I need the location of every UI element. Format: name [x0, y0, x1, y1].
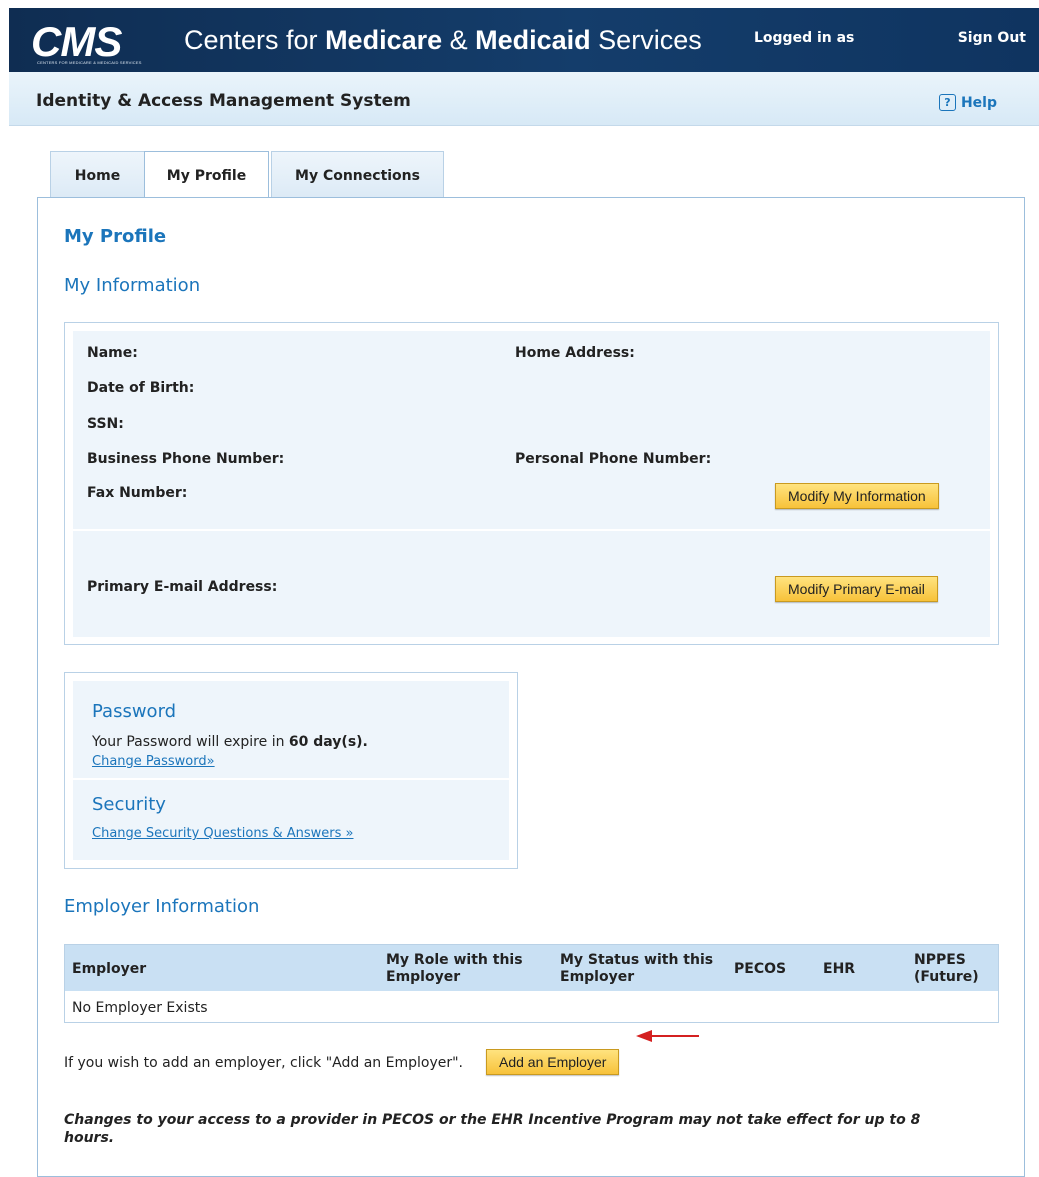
column-pecos: PECOS	[734, 961, 787, 977]
primary-email-label: Primary E-mail Address:	[87, 579, 278, 595]
employer-information-heading: Employer Information	[64, 896, 260, 917]
password-section: Password Your Password will expire in 60…	[73, 681, 509, 778]
password-expiry-text: Your Password will expire in 60 day(s).	[92, 734, 368, 750]
my-information-heading: My Information	[64, 275, 201, 296]
agency-name-part: &	[442, 25, 476, 55]
tab-my-connections[interactable]: My Connections	[271, 151, 444, 198]
pecos-ehr-note: Changes to your access to a provider in …	[64, 1112, 921, 1146]
tab-my-profile[interactable]: My Profile	[144, 151, 269, 199]
personal-info-section: Name: Date of Birth: SSN: Business Phone…	[73, 331, 990, 529]
password-expiry-prefix: Your Password will expire in	[92, 734, 289, 750]
modify-information-button[interactable]: Modify My Information	[775, 483, 939, 509]
column-my-status: My Status with this Employer	[560, 952, 714, 985]
add-employer-text: If you wish to add an employer, click "A…	[64, 1055, 463, 1071]
name-label: Name:	[87, 345, 138, 361]
change-security-questions-link[interactable]: Change Security Questions & Answers »	[92, 826, 353, 841]
security-heading: Security	[92, 794, 166, 815]
modify-email-button[interactable]: Modify Primary E-mail	[775, 576, 938, 602]
my-information-box: Name: Date of Birth: SSN: Business Phone…	[64, 322, 999, 645]
dob-label: Date of Birth:	[87, 380, 195, 396]
agency-name-part: Centers for	[184, 25, 326, 55]
password-heading: Password	[92, 701, 177, 722]
change-password-link[interactable]: Change Password»	[92, 754, 215, 769]
red-arrow-annotation	[636, 1030, 699, 1042]
help-link[interactable]: ? Help	[938, 94, 997, 111]
column-ehr: EHR	[823, 961, 856, 977]
help-icon: ?	[938, 94, 956, 111]
logged-in-label: Logged in as	[754, 30, 855, 46]
system-header: Identity & Access Management System ? He…	[9, 72, 1039, 126]
security-section: Security Change Security Questions & Ans…	[73, 780, 509, 860]
home-address-label: Home Address:	[515, 345, 635, 361]
business-phone-label: Business Phone Number:	[87, 451, 285, 467]
fax-label: Fax Number:	[87, 485, 188, 501]
sign-out-link[interactable]: Sign Out	[958, 30, 1026, 46]
column-employer: Employer	[72, 961, 147, 977]
cms-logo-subtext: CENTERS FOR MEDICARE & MEDICAID SERVICES	[37, 60, 142, 65]
cms-banner: CMS CENTERS FOR MEDICARE & MEDICAID SERV…	[9, 8, 1039, 72]
personal-phone-label: Personal Phone Number:	[515, 451, 712, 467]
tab-home[interactable]: Home	[50, 151, 145, 198]
agency-name-medicare: Medicare	[325, 25, 443, 55]
table-row: No Employer Exists	[72, 1000, 208, 1016]
agency-name-part: Services	[590, 25, 702, 55]
column-my-role: My Role with this Employer	[386, 952, 523, 985]
column-nppes: NPPES (Future)	[914, 952, 979, 985]
system-title: Identity & Access Management System	[36, 91, 411, 111]
email-section: Primary E-mail Address: Modify Primary E…	[73, 531, 990, 637]
add-employer-button[interactable]: Add an Employer	[486, 1049, 620, 1075]
main-panel: My Profile My Information Name: Date of …	[37, 197, 1025, 1177]
password-expiry-value: 60 day(s).	[288, 734, 368, 750]
agency-name: Centers for Medicare & Medicaid Services	[184, 25, 702, 56]
employer-table: Employer My Role with this Employer My S…	[64, 944, 999, 1023]
ssn-label: SSN:	[87, 416, 124, 432]
cms-logo: CMS CENTERS FOR MEDICARE & MEDICAID SERV…	[31, 14, 191, 70]
help-label: Help	[960, 94, 997, 111]
agency-name-medicaid: Medicaid	[475, 25, 591, 55]
page-title: My Profile	[64, 226, 167, 247]
password-security-box: Password Your Password will expire in 60…	[64, 672, 518, 869]
employer-table-header: Employer My Role with this Employer My S…	[65, 945, 998, 991]
add-employer-instructions: If you wish to add an employer, click "A…	[64, 1055, 463, 1071]
